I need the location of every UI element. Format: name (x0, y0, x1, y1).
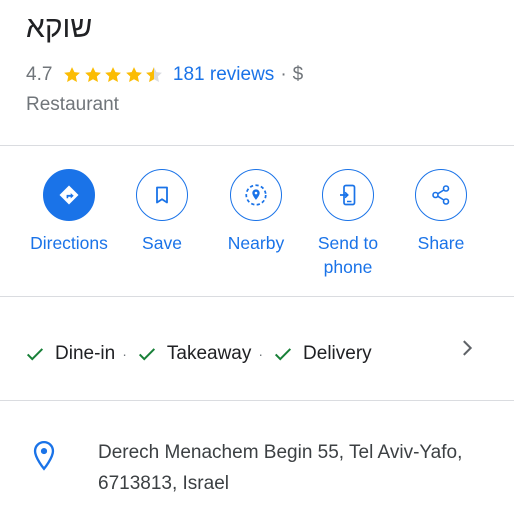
send-to-phone-label: Send to phone (317, 233, 379, 277)
check-icon (138, 348, 155, 361)
place-category: Restaurant (26, 94, 119, 115)
place-panel: שוקא 4.7 181 reviews · $ Restaurant Dire… (0, 0, 514, 513)
star-rating (62, 65, 165, 85)
star-icon (105, 67, 122, 82)
nearby-icon (245, 184, 267, 206)
divider (0, 400, 514, 401)
share-label: Share (417, 233, 465, 253)
reviews-link[interactable]: 181 reviews (173, 64, 274, 86)
chevron-right-icon[interactable] (456, 337, 478, 359)
nearby-button[interactable]: Nearby (206, 169, 306, 255)
check-icon (275, 348, 292, 361)
half-star-icon (146, 67, 163, 82)
nearby-label: Nearby (227, 233, 285, 253)
send-to-phone-circle[interactable] (322, 169, 374, 221)
send-to-phone-icon (340, 184, 356, 206)
service-label: Dine-in (55, 343, 116, 364)
separator-dot: · (122, 346, 127, 362)
service-options[interactable]: Dine-in · Takeaway · Delivery (24, 340, 372, 368)
service-label: Delivery (303, 343, 372, 364)
rating-value: 4.7 (26, 64, 53, 85)
share-circle[interactable] (415, 169, 467, 221)
separator-dot: · (280, 64, 287, 85)
divider (0, 296, 514, 297)
nearby-circle[interactable] (230, 169, 282, 221)
star-icon (85, 67, 101, 82)
check-icon (26, 348, 44, 361)
directions-button[interactable]: Directions (19, 169, 119, 255)
address-text[interactable]: Derech Menachem Begin 55, Tel Aviv-Yafo,… (98, 437, 498, 499)
place-title: שוקא (26, 11, 93, 44)
directions-label: Directions (30, 233, 108, 253)
star-icon (126, 67, 142, 82)
separator-dot: · (258, 346, 264, 362)
divider (0, 145, 514, 146)
save-button[interactable]: Save (112, 169, 212, 255)
rating-row: 4.7 181 reviews · $ (26, 61, 303, 89)
share-button[interactable]: Share (391, 169, 491, 255)
send-to-phone-button[interactable]: Send to phone (298, 169, 398, 279)
share-icon (432, 185, 450, 205)
directions-circle[interactable] (43, 169, 95, 221)
star-icon (64, 67, 81, 82)
price-level: $ (292, 64, 304, 85)
directions-icon (59, 185, 79, 205)
service-label: Takeaway (166, 343, 252, 364)
save-circle[interactable] (136, 169, 188, 221)
service-delivery: Delivery (272, 343, 372, 365)
bookmark-icon (156, 186, 168, 204)
service-takeaway: Takeaway (136, 343, 252, 365)
location-pin-icon (33, 440, 55, 471)
save-label: Save (142, 233, 182, 253)
service-dine-in: Dine-in (24, 343, 115, 365)
